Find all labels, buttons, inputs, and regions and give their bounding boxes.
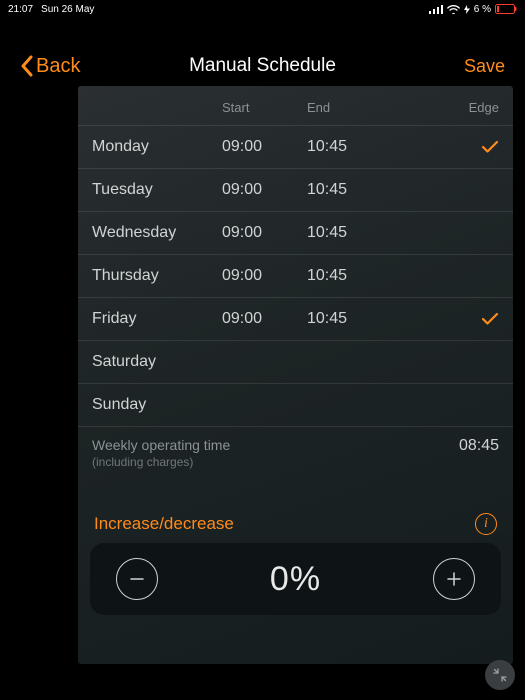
cell-day: Sunday [92, 396, 222, 414]
cell-day: Saturday [92, 353, 222, 371]
cell-day: Thursday [92, 267, 222, 285]
header-end: End [307, 100, 392, 115]
cell-edge [392, 140, 499, 154]
collapse-fab[interactable] [485, 660, 515, 690]
table-row[interactable]: Wednesday09:0010:45 [78, 211, 513, 254]
cell-end: 10:45 [307, 181, 392, 199]
minus-icon [127, 569, 147, 589]
check-icon [481, 140, 499, 154]
wifi-icon [447, 5, 460, 14]
table-row[interactable]: Tuesday09:0010:45 [78, 168, 513, 211]
table-row[interactable]: Monday09:0010:45 [78, 125, 513, 168]
cellular-icon [429, 5, 443, 14]
back-label: Back [36, 55, 80, 78]
cell-day: Tuesday [92, 181, 222, 199]
adjust-label: Increase/decrease [94, 514, 234, 534]
status-time: 21:07 [8, 4, 33, 15]
summary-sublabel: (including charges) [92, 455, 230, 469]
cell-start: 09:00 [222, 138, 307, 156]
info-icon[interactable]: i [475, 513, 497, 535]
cell-end: 10:45 [307, 138, 392, 156]
cell-day: Monday [92, 138, 222, 156]
battery-icon [495, 4, 517, 14]
adjust-value: 0% [270, 560, 321, 599]
chevron-left-icon [20, 55, 34, 77]
cell-start: 09:00 [222, 224, 307, 242]
summary-label: Weekly operating time [92, 437, 230, 453]
plus-icon [444, 569, 464, 589]
battery-pct: 6 % [474, 4, 491, 15]
cell-start: 09:00 [222, 310, 307, 328]
cell-start: 09:00 [222, 181, 307, 199]
table-row[interactable]: Friday09:0010:45 [78, 297, 513, 340]
cell-day: Friday [92, 310, 222, 328]
cell-end: 10:45 [307, 224, 392, 242]
cell-end: 10:45 [307, 267, 392, 285]
adjust-stepper: 0% [90, 543, 501, 615]
increase-button[interactable] [433, 558, 475, 600]
table-header: Start End Edge [78, 94, 513, 125]
table-row[interactable]: Sunday [78, 383, 513, 426]
table-row[interactable]: Saturday [78, 340, 513, 383]
status-date: Sun 26 May [41, 4, 94, 15]
header-edge: Edge [392, 100, 499, 115]
cell-edge [392, 312, 499, 326]
back-button[interactable]: Back [20, 55, 80, 78]
charging-icon [464, 5, 470, 14]
cell-end: 10:45 [307, 310, 392, 328]
status-bar: 21:07 Sun 26 May 6 % [0, 0, 525, 18]
save-button[interactable]: Save [464, 56, 505, 77]
summary-row: Weekly operating time (including charges… [78, 426, 513, 473]
header-start: Start [222, 100, 307, 115]
schedule-card: Start End Edge Monday09:0010:45Tuesday09… [78, 86, 513, 664]
status-right: 6 % [429, 4, 517, 15]
collapse-icon [493, 668, 507, 682]
decrease-button[interactable] [116, 558, 158, 600]
cell-start: 09:00 [222, 267, 307, 285]
summary-value: 08:45 [459, 437, 499, 455]
check-icon [481, 312, 499, 326]
nav-header: Back Manual Schedule Save [0, 48, 525, 84]
cell-day: Wednesday [92, 224, 222, 242]
table-row[interactable]: Thursday09:0010:45 [78, 254, 513, 297]
